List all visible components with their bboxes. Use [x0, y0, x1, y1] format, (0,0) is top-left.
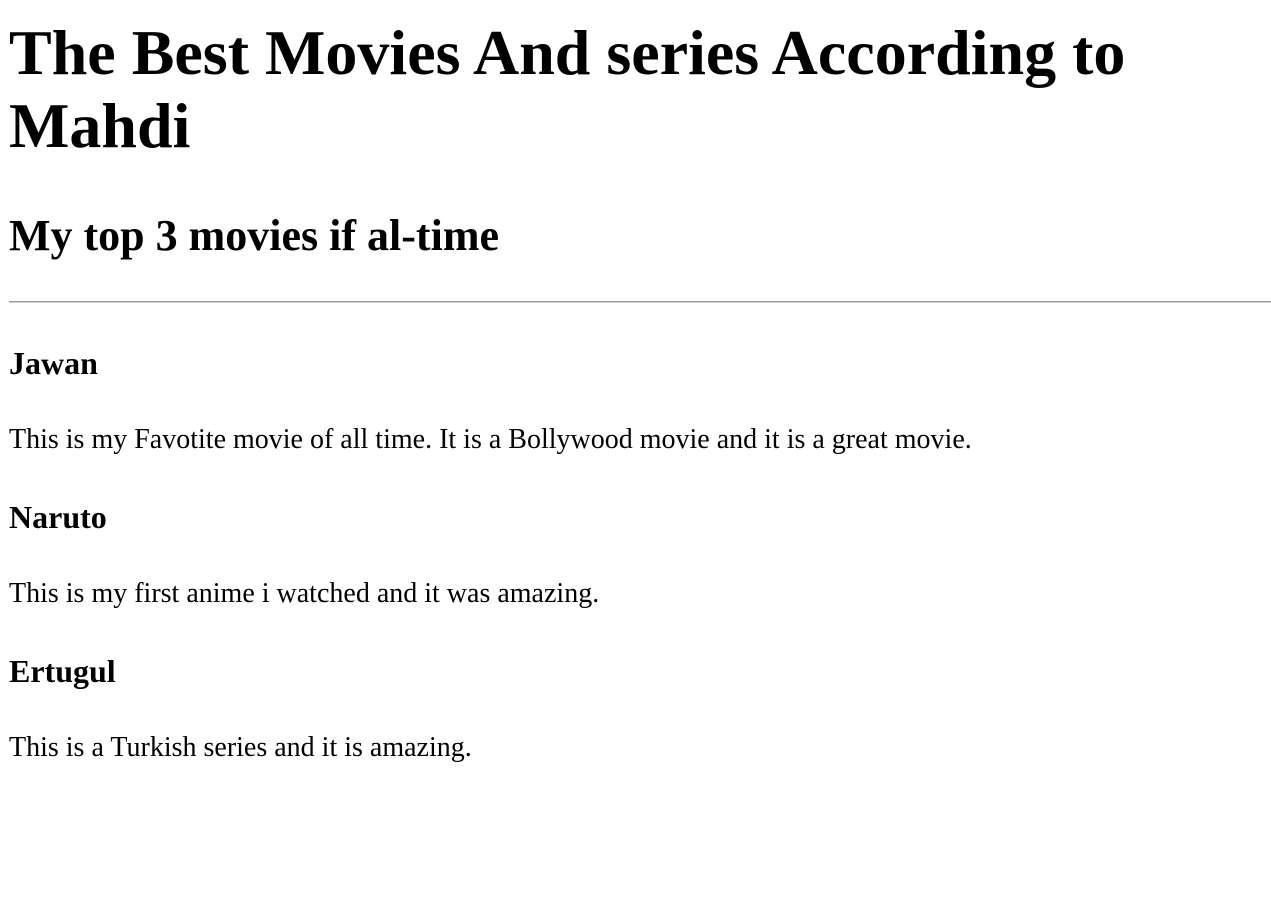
section-heading: My top 3 movies if al-time — [9, 211, 499, 260]
item-description: This is my first anime i watched and it … — [9, 578, 600, 609]
item-title: Jawan — [9, 345, 98, 381]
item-description: This is a Turkish series and it is amazi… — [9, 732, 472, 763]
item-description: This is my Favotite movie of all time. I… — [9, 424, 972, 455]
divider — [9, 301, 1271, 303]
item-title: Naruto — [9, 499, 107, 535]
item-title: Ertugul — [9, 653, 116, 689]
page-title: The Best Movies And series According to … — [9, 17, 1126, 161]
